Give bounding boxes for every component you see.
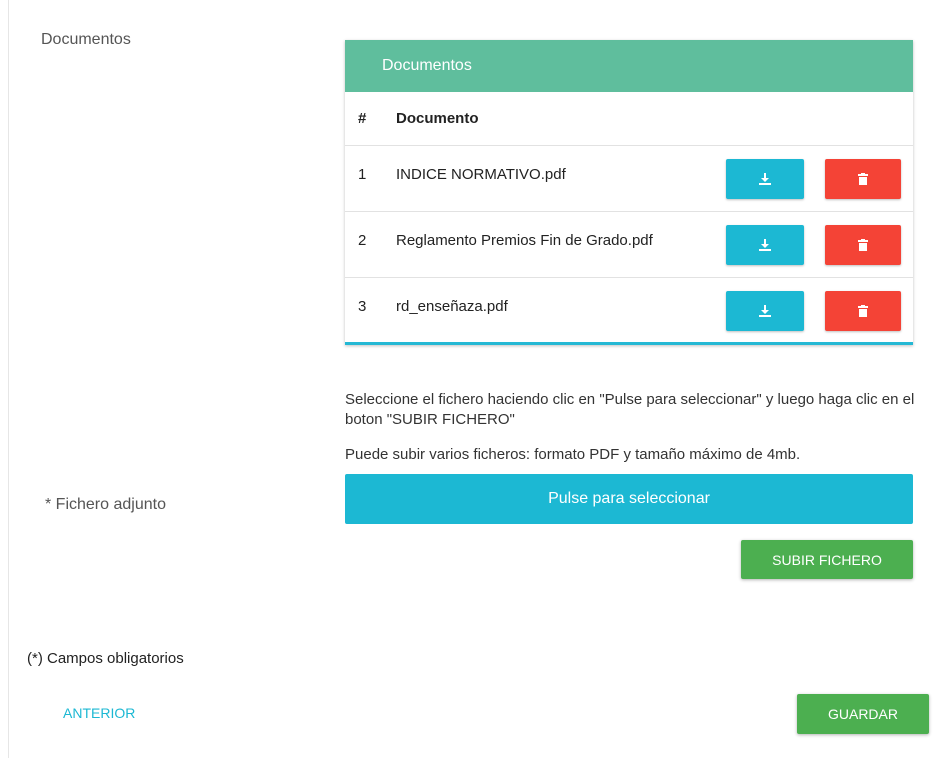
delete-button[interactable]	[825, 159, 901, 199]
table-header: # Documento	[345, 92, 913, 146]
upload-instructions: Seleccione el fichero haciendo clic en "…	[345, 391, 915, 428]
row-number: 2	[358, 232, 367, 249]
required-fields-note: (*) Campos obligatorios	[27, 650, 184, 667]
download-button[interactable]	[726, 225, 804, 265]
table-row: 3 rd_enseñaza.pdf	[345, 278, 913, 344]
row-number: 3	[358, 298, 367, 315]
table-row: 1 INDICE NORMATIVO.pdf	[345, 146, 913, 212]
left-divider	[8, 0, 9, 758]
file-attached-label: * Fichero adjunto	[45, 496, 166, 513]
download-icon	[759, 305, 771, 317]
upload-constraints: Puede subir varios ficheros: formato PDF…	[345, 446, 801, 463]
document-name: rd_enseñaza.pdf	[396, 298, 508, 315]
upload-file-button[interactable]: SUBIR FICHERO	[741, 540, 913, 579]
documents-card: Documentos # Documento 1 INDICE NORMATIV…	[345, 40, 913, 345]
documents-card-title: Documentos	[345, 40, 913, 92]
download-button[interactable]	[726, 291, 804, 331]
document-name: INDICE NORMATIVO.pdf	[396, 166, 566, 183]
row-number: 1	[358, 166, 367, 183]
document-name: Reglamento Premios Fin de Grado.pdf	[396, 232, 653, 249]
save-button[interactable]: GUARDAR	[797, 694, 929, 734]
previous-link[interactable]: ANTERIOR	[63, 705, 135, 721]
trash-icon	[858, 173, 868, 185]
trash-icon	[858, 305, 868, 317]
trash-icon	[858, 239, 868, 251]
delete-button[interactable]	[825, 225, 901, 265]
select-file-button[interactable]: Pulse para seleccionar	[345, 474, 913, 524]
column-header-number: #	[358, 110, 367, 127]
delete-button[interactable]	[825, 291, 901, 331]
download-icon	[759, 239, 771, 251]
download-button[interactable]	[726, 159, 804, 199]
download-icon	[759, 173, 771, 185]
documents-label: Documentos	[41, 31, 131, 48]
table-row: 2 Reglamento Premios Fin de Grado.pdf	[345, 212, 913, 278]
column-header-document: Documento	[396, 110, 479, 127]
